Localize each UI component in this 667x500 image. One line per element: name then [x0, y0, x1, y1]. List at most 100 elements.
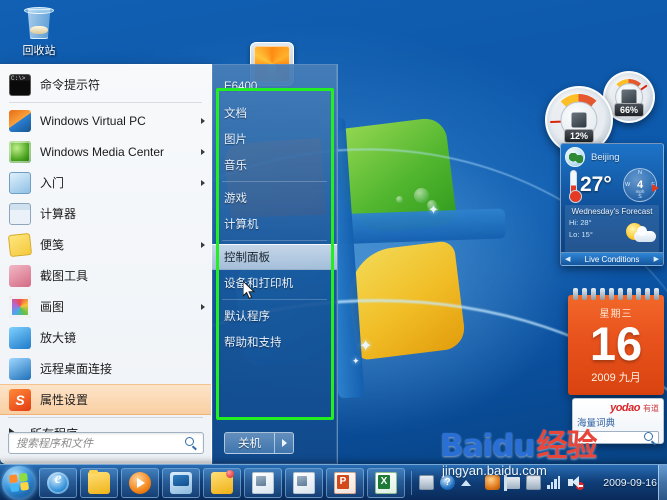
getting-started-icon — [9, 171, 31, 194]
sparkle-1: ✦ — [428, 202, 439, 217]
network-icon[interactable] — [547, 476, 562, 489]
start-menu-item-8[interactable]: 放大镜 — [0, 322, 211, 353]
weather-header: Beijing — [561, 144, 663, 167]
cpu-chip-icon — [571, 112, 587, 128]
start-button[interactable] — [2, 465, 36, 500]
bin-contents — [30, 26, 48, 34]
shutdown-button[interactable]: 关机 — [224, 432, 274, 454]
chevron-right-icon — [201, 117, 205, 124]
taskbar-button-document-window-1[interactable] — [244, 467, 282, 498]
compass-west-label: W — [625, 182, 631, 188]
calendar-gadget[interactable]: 星期三 16 2009 九月 — [568, 288, 664, 395]
places-separator — [222, 181, 327, 182]
monitor-icon[interactable] — [526, 475, 541, 490]
wind-direction-pointer — [652, 183, 659, 192]
virtual-pc-icon — [9, 109, 31, 132]
start-menu-item-3[interactable]: 入门 — [0, 167, 211, 198]
chevron-up-icon[interactable] — [461, 479, 471, 486]
start-menu-place-3[interactable]: 音乐 — [212, 152, 337, 178]
taskbar-button-excel-document[interactable] — [367, 467, 405, 498]
start-menu-place-8[interactable]: 默认程序 — [212, 303, 337, 329]
start-menu-place-2[interactable]: 图片 — [212, 126, 337, 152]
taskbar-clock[interactable]: 2009-09-16 — [603, 477, 657, 489]
search-input[interactable]: 搜索程序和文件 — [8, 432, 204, 454]
shutdown-options-button[interactable] — [274, 432, 294, 454]
start-menu-program-list: 命令提示符 Windows Virtual PC Windows Media Cen… — [0, 65, 211, 415]
start-menu-place-4[interactable]: 游戏 — [212, 185, 337, 211]
calendar-rings — [573, 288, 659, 300]
sparkle-2: ✦ — [359, 338, 373, 355]
start-menu-place-label: 控制面板 — [224, 252, 270, 264]
start-menu-place-7[interactable]: 设备和打印机 — [212, 270, 337, 296]
start-menu-item-label: 远程桌面连接 — [40, 362, 113, 376]
start-menu-place-label: 游戏 — [224, 193, 247, 205]
start-menu-item-7[interactable]: 画图 — [0, 291, 211, 322]
start-menu-item-4[interactable]: 计算器 — [0, 198, 211, 229]
calculator-icon — [9, 202, 31, 225]
start-menu-place-9[interactable]: 帮助和支持 — [212, 329, 337, 355]
cloud-icon — [634, 226, 656, 242]
taskbar-button-windows-explorer[interactable] — [80, 467, 118, 498]
powerpoint-document-icon — [334, 471, 356, 494]
youdao-dictionary-gadget[interactable]: yodao 有道 海量词典 — [572, 398, 664, 445]
dictionary-search-input[interactable] — [577, 431, 659, 445]
youdao-logo: yodao 有道 — [577, 402, 659, 414]
dictionary-subtitle: 海量词典 — [577, 418, 616, 429]
mouse-cursor — [243, 281, 256, 300]
start-menu-place-0[interactable]: E6400 — [212, 74, 337, 100]
sogou-properties-icon — [9, 388, 31, 411]
start-menu-item-6[interactable]: 截图工具 — [0, 260, 211, 291]
calendar-day-number: 16 — [589, 317, 643, 370]
weather-city: Beijing — [591, 151, 620, 163]
recycle-bin-glyph — [22, 4, 56, 40]
sticky-notes-icon — [7, 232, 33, 257]
start-menu-place-6[interactable]: 控制面板 — [212, 244, 337, 270]
start-menu-item-label: 截图工具 — [40, 269, 89, 283]
compass-north-label: N — [638, 170, 642, 176]
notepad-document-icon — [211, 469, 234, 494]
taskbar-button-document-window-2[interactable] — [285, 467, 323, 498]
windows-explorer-icon — [88, 469, 110, 494]
start-menu-separator — [9, 102, 202, 103]
start-menu-place-label: E6400 — [224, 81, 258, 93]
chevron-right-icon — [201, 179, 205, 186]
user-account-icon[interactable] — [485, 475, 500, 490]
start-menu-place-label: 计算机 — [224, 219, 259, 231]
wind-speed-unit: mph — [635, 189, 645, 195]
start-menu-place-5[interactable]: 计算机 — [212, 211, 337, 237]
weather-gadget[interactable]: Beijing 27° N S E W 4 mph Wednesday's Fo… — [560, 143, 664, 266]
taskbar-button-application-window[interactable] — [162, 467, 200, 498]
start-menu-item-label: 入门 — [40, 176, 65, 190]
start-menu-item-5[interactable]: 便笺 — [0, 229, 211, 260]
recycle-bin-icon[interactable]: 回收站 — [8, 4, 70, 58]
volume-muted-icon[interactable] — [568, 476, 584, 490]
taskbar-buttons — [36, 467, 405, 498]
start-menu-left-panel: 命令提示符 Windows Virtual PC Windows Media Cen… — [0, 64, 212, 464]
show-desktop-button[interactable] — [658, 465, 667, 500]
start-menu-place-label: 音乐 — [224, 160, 247, 172]
document-window-1-icon — [252, 471, 274, 494]
start-menu-item-1[interactable]: Windows Virtual PC — [0, 105, 211, 136]
start-menu-item-0[interactable]: 命令提示符 — [0, 69, 211, 100]
keyboard-icon[interactable] — [419, 475, 434, 490]
taskbar-button-internet-explorer[interactable] — [39, 467, 77, 498]
forecast-title: Wednesday's Forecast — [571, 207, 653, 216]
thermometer-icon — [569, 170, 582, 203]
flag-icon[interactable] — [504, 474, 520, 491]
start-menu-item-2[interactable]: Windows Media Center — [0, 136, 211, 167]
shutdown-control: 关机 — [224, 432, 294, 454]
start-menu-place-1[interactable]: 文档 — [212, 100, 337, 126]
start-menu-item-10[interactable]: 属性设置 — [0, 384, 211, 415]
next-arrow-icon[interactable]: ▶ — [654, 255, 659, 263]
taskbar-button-windows-media-player[interactable] — [121, 467, 159, 498]
remote-desktop-icon — [9, 357, 31, 380]
start-menu-place-label: 图片 — [224, 134, 247, 146]
internet-explorer-icon — [47, 470, 69, 494]
taskbar-button-powerpoint-document[interactable] — [326, 467, 364, 498]
live-conditions-bar[interactable]: ◀ Live Conditions ▶ — [561, 252, 663, 265]
prev-arrow-icon[interactable]: ◀ — [565, 255, 570, 263]
help-icon[interactable] — [440, 475, 455, 490]
bokeh-dot-3 — [396, 196, 403, 203]
taskbar-button-notepad-document[interactable] — [203, 467, 241, 498]
start-menu-item-9[interactable]: 远程桌面连接 — [0, 353, 211, 384]
